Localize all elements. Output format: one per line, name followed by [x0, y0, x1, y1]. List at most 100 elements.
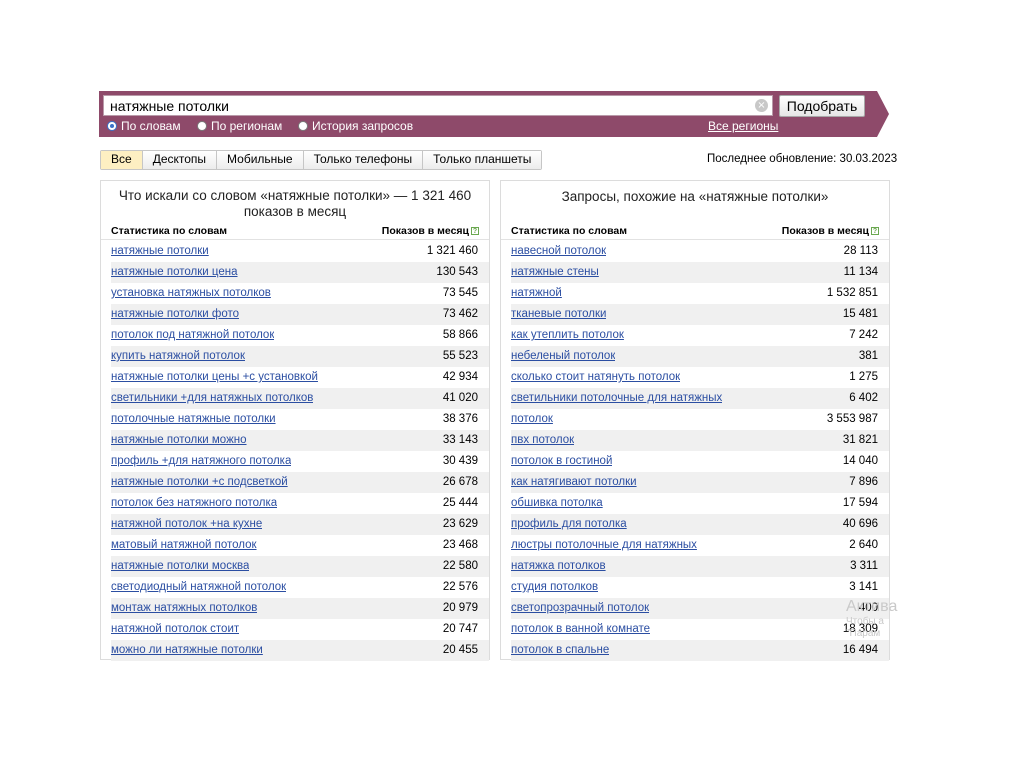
impressions-count: 16 494 — [842, 644, 878, 656]
radio-label: По регионам — [211, 119, 283, 133]
query-link[interactable]: светильники потолочные для натяжных — [511, 388, 722, 409]
query-link[interactable]: обшивка потолка — [511, 493, 603, 514]
query-link[interactable]: натяжные стены — [511, 262, 599, 283]
impressions-count: 20 747 — [442, 623, 478, 635]
help-icon[interactable]: ? — [471, 227, 479, 235]
query-link[interactable]: потолочные натяжные потолки — [111, 409, 276, 430]
radio-by-words[interactable]: По словам — [107, 119, 181, 133]
table-row: можно ли натяжные потолки 20 455 — [111, 640, 489, 661]
watermark-line: "Парам — [846, 628, 881, 639]
submit-button[interactable]: Подобрать — [779, 95, 865, 117]
table-row: натяжные потолки цена 130 543 — [111, 262, 489, 283]
tab-phones[interactable]: Только телефоны — [303, 151, 424, 169]
query-link[interactable]: натяжные потолки — [111, 241, 209, 262]
query-link[interactable]: небеленый потолок — [511, 346, 615, 367]
impressions-count: 23 629 — [442, 518, 478, 530]
table-row: студия потолков 3 141 — [511, 577, 889, 598]
table-row: натяжные потолки +с подсветкой 26 678 — [111, 472, 489, 493]
table-row: как утеплить потолок 7 242 — [511, 325, 889, 346]
column-header-count: Показов в месяц? — [382, 225, 479, 239]
query-link[interactable]: навесной потолок — [511, 241, 606, 262]
help-icon[interactable]: ? — [871, 227, 879, 235]
impressions-count: 25 444 — [442, 497, 478, 509]
query-link[interactable]: профиль для потолка — [511, 514, 627, 535]
impressions-count: 40 696 — [842, 518, 878, 530]
table-row: потолок без натяжного потолка 25 444 — [111, 493, 489, 514]
query-link[interactable]: натяжные потолки цены +с установкой — [111, 367, 318, 388]
query-link[interactable]: потолок в гостиной — [511, 451, 612, 472]
impressions-count: 1 532 851 — [826, 287, 878, 299]
tab-desktop[interactable]: Десктопы — [142, 151, 218, 169]
radio-by-regions[interactable]: По регионам — [197, 119, 282, 133]
query-link[interactable]: светильники +для натяжных потолков — [111, 388, 313, 409]
query-link[interactable]: профиль +для натяжного потолка — [111, 451, 291, 472]
table-row: монтаж натяжных потолков 20 979 — [111, 598, 489, 619]
query-link[interactable]: установка натяжных потолков — [111, 283, 271, 304]
query-link[interactable]: натяжные потолки можно — [111, 430, 247, 451]
query-link[interactable]: натяжка потолков — [511, 556, 606, 577]
table-row: профиль для потолка 40 696 — [511, 514, 889, 535]
query-link[interactable]: студия потолков — [511, 577, 598, 598]
table-row: натяжные потолки фото 73 462 — [111, 304, 489, 325]
table-row: натяжные потолки москва 22 580 — [111, 556, 489, 577]
table-row: потолок 3 553 987 — [511, 409, 889, 430]
query-link[interactable]: потолок в спальне — [511, 640, 609, 661]
query-link[interactable]: натяжные потолки цена — [111, 262, 238, 283]
query-link[interactable]: как натягивают потолки — [511, 472, 637, 493]
query-link[interactable]: потолок в ванной комнате — [511, 619, 650, 640]
search-input[interactable]: натяжные потолки — [103, 95, 773, 116]
query-link[interactable]: как утеплить потолок — [511, 325, 624, 346]
clear-icon[interactable]: × — [755, 99, 768, 112]
query-link[interactable]: светодиодный натяжной потолок — [111, 577, 286, 598]
query-link[interactable]: тканевые потолки — [511, 304, 606, 325]
query-link[interactable]: купить натяжной потолок — [111, 346, 245, 367]
table-row: потолок в ванной комнате 18 309 — [511, 619, 889, 640]
query-link[interactable]: натяжной потолок +на кухне — [111, 514, 262, 535]
impressions-count: 6 402 — [849, 392, 878, 404]
table-row: потолочные натяжные потолки 38 376 — [111, 409, 489, 430]
query-link[interactable]: потолок под натяжной потолок — [111, 325, 274, 346]
radio-label: По словам — [121, 119, 181, 133]
table-header: Статистика по словам Показов в месяц? — [501, 225, 889, 240]
impressions-count: 20 979 — [442, 602, 478, 614]
table-header: Статистика по словам Показов в месяц? — [101, 225, 489, 240]
impressions-count: 41 020 — [442, 392, 478, 404]
query-link[interactable]: натяжной потолок стоит — [111, 619, 239, 640]
query-link[interactable]: натяжные потолки фото — [111, 304, 239, 325]
table-row: натяжка потолков 3 311 — [511, 556, 889, 577]
tab-mobile[interactable]: Мобильные — [217, 151, 304, 169]
query-link[interactable]: сколько стоит натянуть потолок — [511, 367, 680, 388]
impressions-count: 7 896 — [849, 476, 878, 488]
query-link[interactable]: натяжной — [511, 283, 562, 304]
radio-history[interactable]: История запросов — [298, 119, 413, 133]
tab-all[interactable]: Все — [101, 151, 143, 169]
query-link[interactable]: потолок — [511, 409, 553, 430]
words-panel: Что искали со словом «натяжные потолки» … — [100, 180, 490, 661]
last-update: Последнее обновление: 30.03.2023 — [707, 153, 898, 165]
impressions-count: 55 523 — [442, 350, 478, 362]
panel-title: Запросы, похожие на «натяжные потолки» — [561, 189, 829, 204]
impressions-count: 3 553 987 — [826, 413, 878, 425]
table-row: потолок в спальне 16 494 — [511, 640, 889, 661]
tab-tablets[interactable]: Только планшеты — [423, 151, 542, 169]
column-header-count-label: Показов в месяц — [781, 225, 869, 237]
table-row: светильники потолочные для натяжных 6 402 — [511, 388, 889, 409]
query-link[interactable]: люстры потолочные для натяжных — [511, 535, 697, 556]
query-link[interactable]: натяжные потолки москва — [111, 556, 249, 577]
query-link[interactable]: потолок без натяжного потолка — [111, 493, 277, 514]
query-link[interactable]: можно ли натяжные потолки — [111, 640, 263, 661]
table-row: светодиодный натяжной потолок 22 576 — [111, 577, 489, 598]
table-row: натяжные потолки можно 33 143 — [111, 430, 489, 451]
table-row: потолок под натяжной потолок 58 866 — [111, 325, 489, 346]
query-link[interactable]: светопрозрачный потолок — [511, 598, 649, 619]
all-regions-link[interactable]: Все регионы — [708, 119, 778, 133]
query-link[interactable]: матовый натяжной потолок — [111, 535, 257, 556]
query-link[interactable]: натяжные потолки +с подсветкой — [111, 472, 288, 493]
query-link[interactable]: монтаж натяжных потолков — [111, 598, 257, 619]
table-row: натяжной потолок стоит 20 747 — [111, 619, 489, 640]
impressions-count: 3 141 — [849, 581, 878, 593]
impressions-count: 26 678 — [442, 476, 478, 488]
similar-panel: Запросы, похожие на «натяжные потолки» С… — [500, 180, 890, 661]
query-link[interactable]: пвх потолок — [511, 430, 574, 451]
column-header-words: Статистика по словам — [511, 225, 627, 237]
